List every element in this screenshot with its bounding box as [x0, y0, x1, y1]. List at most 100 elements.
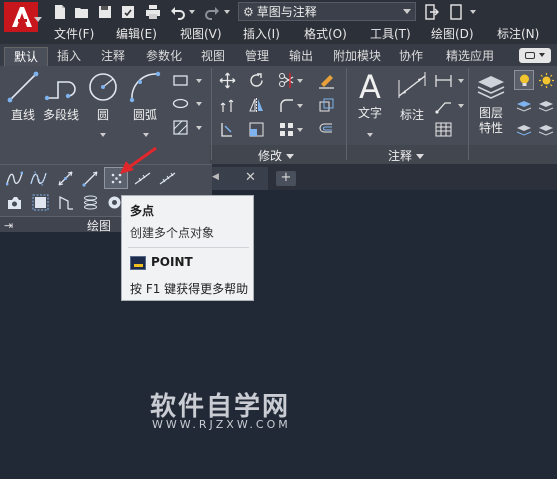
fillet-dropdown-icon[interactable]: [297, 104, 303, 108]
lightbulb-icon[interactable]: [514, 70, 534, 90]
open-folder-icon[interactable]: [72, 3, 92, 21]
menu-edit[interactable]: 编辑(E): [116, 24, 157, 44]
erase-icon[interactable]: [316, 70, 336, 90]
linear-dimension-icon[interactable]: [433, 70, 453, 90]
pointer-arrow-icon: [120, 146, 157, 174]
3d-polyline-icon[interactable]: [56, 192, 76, 212]
hatch-icon[interactable]: [170, 117, 190, 137]
wipeout-icon[interactable]: [30, 192, 50, 212]
ray-icon[interactable]: [80, 168, 100, 188]
layer-state-icon[interactable]: [514, 95, 534, 115]
menu-insert[interactable]: 插入(I): [243, 24, 280, 44]
redo-icon[interactable]: [202, 3, 222, 21]
tab-manage[interactable]: 管理: [238, 47, 276, 66]
rotate-icon[interactable]: [246, 70, 266, 90]
annotation-panel-title[interactable]: 注释: [388, 147, 425, 164]
divider: [128, 247, 249, 248]
tab-view[interactable]: 视图: [194, 47, 232, 66]
undo-dropdown-icon[interactable]: [189, 10, 195, 14]
tab-insert[interactable]: 插入: [50, 47, 88, 66]
region-icon[interactable]: [4, 192, 24, 212]
text-tool[interactable]: A 文字: [353, 68, 387, 121]
helix-icon[interactable]: [80, 192, 100, 212]
pin-icon[interactable]: ⇥: [4, 219, 13, 232]
chevron-down-icon: [403, 9, 411, 14]
application-menu-button[interactable]: [0, 0, 44, 44]
polyline-tool[interactable]: 多段线: [43, 70, 79, 123]
array-dropdown-icon[interactable]: [297, 128, 303, 132]
rectangle-dropdown-icon[interactable]: [196, 79, 202, 83]
spline-cv-icon[interactable]: [28, 168, 48, 188]
document-tab[interactable]: [212, 167, 268, 190]
mirror-icon[interactable]: [246, 95, 266, 115]
ribbon-options-button[interactable]: [519, 48, 551, 63]
menu-bar: 文件(F) 编辑(E) 视图(V) 插入(I) 格式(O) 工具(T) 绘图(D…: [44, 24, 557, 44]
line-tool[interactable]: 直线: [6, 70, 40, 123]
circle-dropdown-icon[interactable]: [100, 133, 106, 137]
save-icon[interactable]: [95, 3, 115, 21]
linear-dimension-dropdown-icon[interactable]: [458, 79, 464, 83]
text-dropdown-icon[interactable]: [367, 133, 373, 137]
tab-addins[interactable]: 附加模块: [326, 47, 388, 66]
menu-format[interactable]: 格式(O): [304, 24, 347, 44]
save-as-icon[interactable]: [118, 3, 138, 21]
ellipse-icon[interactable]: [170, 93, 190, 113]
leader-icon[interactable]: [433, 95, 453, 115]
tab-annotate[interactable]: 注释: [94, 47, 132, 66]
tab-default[interactable]: 默认: [4, 47, 48, 66]
tab-collaborate[interactable]: 协作: [392, 47, 430, 66]
arc-tool[interactable]: 圆弧: [128, 70, 162, 123]
stretch-icon[interactable]: [217, 119, 237, 139]
trim-icon[interactable]: [276, 70, 296, 90]
tooltip-title: 多点: [130, 204, 155, 218]
layers-icon: [477, 76, 505, 99]
close-icon[interactable]: ✕: [245, 170, 256, 185]
modify-panel-title[interactable]: 修改: [258, 147, 295, 164]
move-icon[interactable]: [217, 70, 237, 90]
undo-icon[interactable]: [168, 3, 188, 21]
scale-icon[interactable]: [246, 119, 266, 139]
layer-properties-tool[interactable]: 图层 特性: [474, 70, 508, 136]
tooltip-help: 按 F1 键获得更多帮助: [130, 282, 249, 296]
spline-fit-icon[interactable]: [4, 168, 24, 188]
menu-tools[interactable]: 工具(T): [370, 24, 411, 44]
menu-dimension[interactable]: 标注(N): [497, 24, 539, 44]
workspace-selector[interactable]: ⚙ 草图与注释: [238, 2, 416, 21]
leader-dropdown-icon[interactable]: [458, 104, 464, 108]
new-tab-button[interactable]: +: [276, 171, 296, 186]
sun-icon[interactable]: [536, 70, 556, 90]
menu-draw[interactable]: 绘图(D): [431, 24, 474, 44]
tab-parametric[interactable]: 参数化: [140, 47, 188, 66]
print-icon[interactable]: [143, 3, 163, 21]
table-icon[interactable]: [433, 119, 453, 139]
rectangle-icon[interactable]: [170, 70, 190, 90]
menu-view[interactable]: 视图(V): [180, 24, 222, 44]
trim-dropdown-icon[interactable]: [297, 79, 303, 83]
document-icon[interactable]: [446, 3, 466, 21]
arc-dropdown-icon[interactable]: [143, 133, 149, 137]
menu-file[interactable]: 文件(F): [54, 24, 94, 44]
construction-line-icon[interactable]: [55, 168, 75, 188]
measure-icon[interactable]: [157, 168, 177, 188]
new-file-icon[interactable]: [50, 3, 70, 21]
tab-featured-apps[interactable]: 精选应用: [436, 47, 504, 66]
ellipse-dropdown-icon[interactable]: [196, 102, 202, 106]
layer-isolate-icon[interactable]: [514, 119, 534, 139]
draw-panel-title: 绘图: [87, 219, 112, 233]
layer-match-icon[interactable]: [536, 95, 556, 115]
explode-icon[interactable]: [316, 95, 336, 115]
quick-access-dropdown-icon[interactable]: [470, 10, 476, 14]
layer-off-icon[interactable]: [536, 119, 556, 139]
tab-output[interactable]: 输出: [282, 47, 320, 66]
circle-tool[interactable]: 圆: [86, 70, 120, 123]
hatch-dropdown-icon[interactable]: [196, 126, 202, 130]
share-icon[interactable]: [421, 3, 441, 21]
copy-icon[interactable]: [217, 95, 237, 115]
array-icon[interactable]: [276, 119, 296, 139]
dimension-tool[interactable]: 标注: [395, 70, 429, 123]
offset-icon[interactable]: [316, 119, 336, 139]
redo-dropdown-icon[interactable]: [224, 10, 230, 14]
chevron-down-icon: [286, 154, 295, 159]
fillet-icon[interactable]: [276, 95, 296, 115]
tooltip-description: 创建多个点对象: [130, 226, 215, 240]
